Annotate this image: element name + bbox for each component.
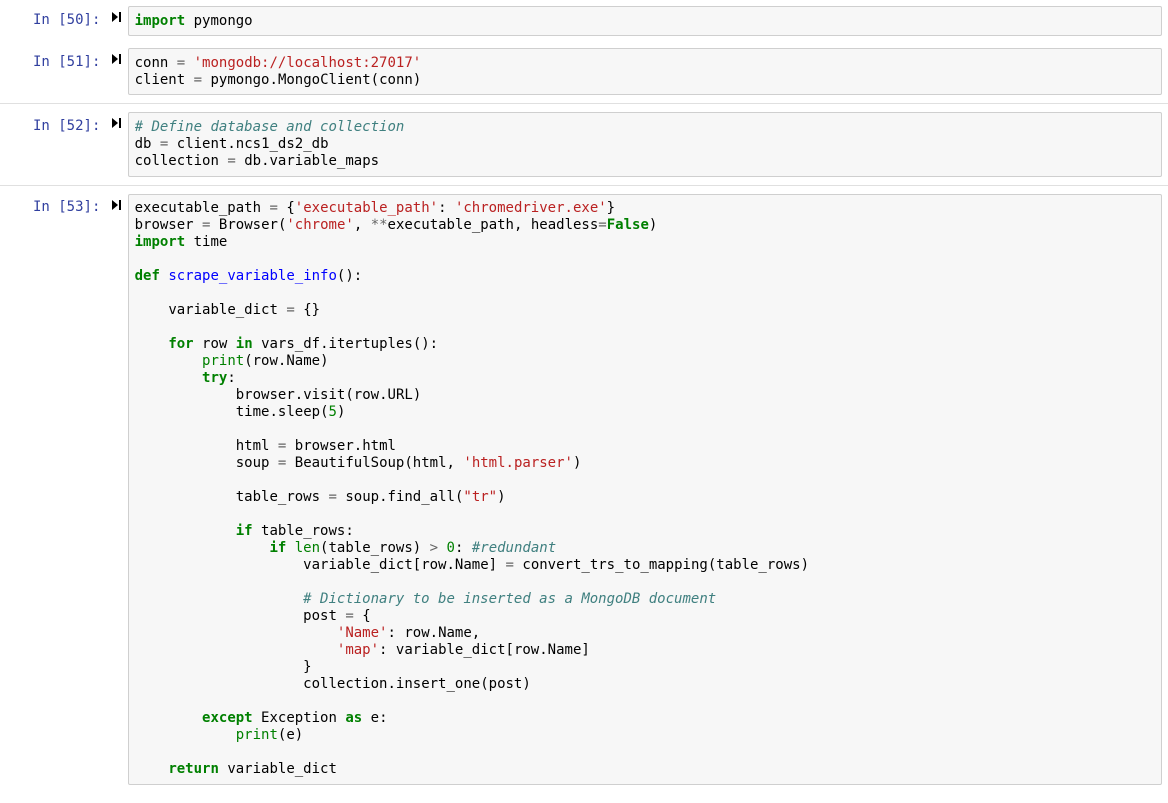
prompt-container: In [53]: — [6, 194, 106, 785]
prompt-container: In [51]: — [6, 48, 106, 95]
input-prompt: In [50]: — [6, 6, 106, 34]
inner-cell: executable_path = {'executable_path': 'c… — [128, 194, 1162, 785]
run-cell-icon[interactable] — [106, 194, 128, 785]
inner-cell: # Define database and collection db = cl… — [128, 112, 1162, 176]
code-block[interactable]: executable_path = {'executable_path': 'c… — [135, 200, 1156, 778]
code-cell[interactable]: In [53]: executable_path = {'executable_p… — [0, 188, 1168, 791]
run-cell-icon[interactable] — [106, 48, 128, 95]
cell-separator — [0, 103, 1168, 104]
code-cell[interactable]: In [50]: import pymongo — [0, 0, 1168, 42]
input-area[interactable]: executable_path = {'executable_path': 'c… — [128, 194, 1162, 785]
input-row: In [51]: conn = 'mongodb://localhost:2701… — [6, 48, 1162, 95]
code-cell[interactable]: In [51]: conn = 'mongodb://localhost:2701… — [0, 42, 1168, 101]
code-block[interactable]: conn = 'mongodb://localhost:27017' clien… — [135, 55, 1156, 89]
input-row: In [53]: executable_path = {'executable_p… — [6, 194, 1162, 785]
prompt-container: In [52]: — [6, 112, 106, 176]
input-row: In [52]: # Define database and collection… — [6, 112, 1162, 176]
input-area[interactable]: # Define database and collection db = cl… — [128, 112, 1162, 176]
code-cell[interactable]: In [52]: # Define database and collection… — [0, 106, 1168, 182]
input-row: In [50]: import pymongo — [6, 6, 1162, 36]
prompt-container: In [50]: — [6, 6, 106, 36]
input-area[interactable]: import pymongo — [128, 6, 1162, 36]
input-prompt: In [52]: — [6, 112, 106, 140]
input-area[interactable]: conn = 'mongodb://localhost:27017' clien… — [128, 48, 1162, 95]
code-block[interactable]: # Define database and collection db = cl… — [135, 119, 1156, 170]
inner-cell: import pymongo — [128, 6, 1162, 36]
input-prompt: In [51]: — [6, 48, 106, 76]
run-cell-icon[interactable] — [106, 6, 128, 36]
run-cell-icon[interactable] — [106, 112, 128, 176]
inner-cell: conn = 'mongodb://localhost:27017' clien… — [128, 48, 1162, 95]
input-prompt: In [53]: — [6, 194, 106, 222]
cell-separator — [0, 185, 1168, 186]
code-block[interactable]: import pymongo — [135, 13, 1156, 30]
notebook-cells: In [50]: import pymongo In [51]: conn = 'mo… — [0, 0, 1168, 791]
